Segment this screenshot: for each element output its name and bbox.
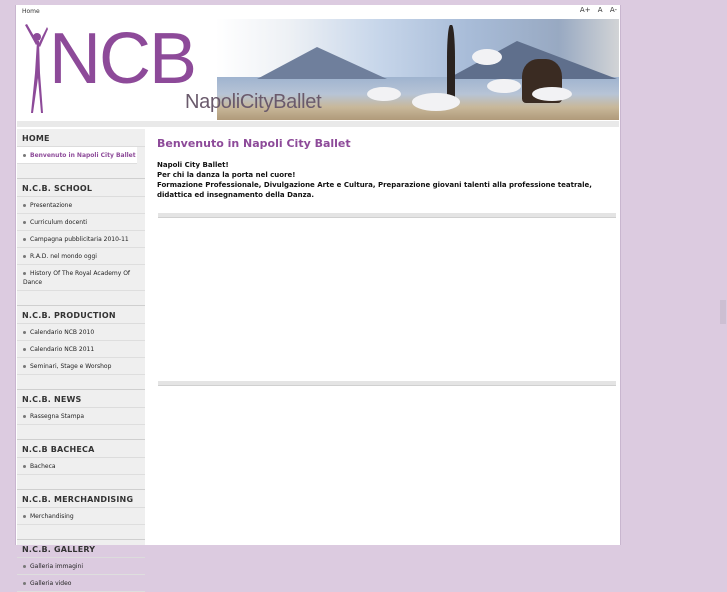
section-divider bbox=[17, 525, 145, 540]
font-decrease-button[interactable]: A- bbox=[610, 6, 617, 14]
sidebar-item-bacheca[interactable]: Bacheca bbox=[17, 458, 145, 475]
banner-photo-mountain bbox=[257, 47, 387, 79]
home-link[interactable]: Home bbox=[22, 8, 40, 15]
sidebar-item-label: Calendario NCB 2011 bbox=[30, 346, 95, 353]
header-separator bbox=[17, 121, 619, 127]
sidebar-item-galleria-video[interactable]: Galleria video bbox=[17, 575, 145, 592]
page-title: Benvenuto in Napoli City Ballet bbox=[157, 137, 351, 150]
bullet-icon bbox=[23, 348, 26, 351]
ballerina-logo-icon bbox=[25, 24, 48, 113]
bullet-icon bbox=[23, 565, 26, 568]
content-divider bbox=[158, 381, 616, 386]
banner-tutu bbox=[412, 93, 460, 111]
main-content: Benvenuto in Napoli City Ballet Napoli C… bbox=[156, 129, 618, 386]
intro-text: Napoli City Ballet! Per chi la danza la … bbox=[157, 160, 618, 200]
content-divider bbox=[158, 213, 616, 218]
bullet-icon bbox=[23, 221, 26, 224]
font-size-controls: A+ A A- bbox=[575, 6, 617, 14]
bullet-icon bbox=[23, 331, 26, 334]
intro-line: Formazione Professionale, Divulgazione A… bbox=[157, 181, 592, 199]
sidebar-item-benvenuto[interactable]: Benvenuto in Napoli City Ballet bbox=[17, 147, 137, 164]
sidebar-item-label: R.A.D. nel mondo oggi bbox=[30, 253, 97, 260]
sidebar-item-calendario-2011[interactable]: Calendario NCB 2011 bbox=[17, 341, 145, 358]
intro-line: Per chi la danza la porta nel cuore! bbox=[157, 171, 296, 179]
sidebar-item-curriculum[interactable]: Curriculum docenti bbox=[17, 214, 145, 231]
section-divider bbox=[17, 425, 145, 440]
section-divider bbox=[17, 291, 145, 306]
font-reset-button[interactable]: A bbox=[598, 6, 603, 14]
sidebar-item-rassegna[interactable]: Rassegna Stampa bbox=[17, 408, 145, 425]
bullet-icon bbox=[23, 255, 26, 258]
sidebar-item-label: Curriculum docenti bbox=[30, 219, 88, 226]
sidebar-section-school: N.C.B. SCHOOL bbox=[17, 179, 145, 197]
section-divider bbox=[17, 375, 145, 390]
sidebar-section-bacheca: N.C.B BACHECA bbox=[17, 440, 145, 458]
sidebar-nav: HOME Benvenuto in Napoli City Ballet N.C… bbox=[17, 129, 145, 592]
sidebar-item-label: Seminari, Stage e Worshop bbox=[30, 363, 112, 370]
sidebar-item-label: Galleria video bbox=[30, 580, 72, 587]
font-increase-button[interactable]: A+ bbox=[580, 6, 591, 14]
sidebar-section-production: N.C.B. PRODUCTION bbox=[17, 306, 145, 324]
sidebar-item-label: Merchandising bbox=[30, 513, 74, 520]
sidebar-section-news: N.C.B. NEWS bbox=[17, 390, 145, 408]
top-bar: Home A+ A A- bbox=[16, 5, 620, 19]
sidebar-item-label: Bacheca bbox=[30, 463, 56, 470]
sidebar-item-label: Calendario NCB 2010 bbox=[30, 329, 95, 336]
section-divider bbox=[17, 164, 145, 179]
sidebar-item-label: Campagna pubblicitaria 2010-11 bbox=[30, 236, 129, 243]
logo-subtitle: NapoliCityBallet bbox=[185, 91, 322, 113]
bullet-icon bbox=[23, 272, 26, 275]
banner-tutu bbox=[367, 87, 401, 101]
sidebar-item-label: Rassegna Stampa bbox=[30, 413, 85, 420]
bullet-icon bbox=[23, 582, 26, 585]
sidebar-item-presentazione[interactable]: Presentazione bbox=[17, 197, 145, 214]
page-container: Home A+ A A- NCB NapoliCityBallet HOME B… bbox=[15, 5, 621, 592]
sidebar-section-gallery: N.C.B. GALLERY bbox=[17, 540, 145, 558]
banner-tutu bbox=[472, 49, 502, 65]
sidebar-item-merchandising[interactable]: Merchandising bbox=[17, 508, 145, 525]
bullet-icon bbox=[23, 415, 26, 418]
sidebar-item-rad[interactable]: R.A.D. nel mondo oggi bbox=[17, 248, 145, 265]
bullet-icon bbox=[23, 204, 26, 207]
sidebar-item-label: Presentazione bbox=[30, 202, 73, 209]
bullet-icon bbox=[23, 154, 26, 157]
bullet-icon bbox=[23, 465, 26, 468]
bullet-icon bbox=[23, 365, 26, 368]
sidebar-section-home: HOME bbox=[17, 129, 145, 147]
section-divider bbox=[17, 475, 145, 490]
bullet-icon bbox=[23, 515, 26, 518]
window-scrollbar[interactable] bbox=[719, 0, 727, 545]
sidebar-section-merchandising: N.C.B. MERCHANDISING bbox=[17, 490, 145, 508]
sidebar-item-calendario-2010[interactable]: Calendario NCB 2010 bbox=[17, 324, 145, 341]
intro-line: Napoli City Ballet! bbox=[157, 161, 229, 169]
banner-tutu bbox=[487, 79, 521, 93]
sidebar-item-history[interactable]: History Of The Royal Academy Of Dance bbox=[17, 265, 145, 291]
sidebar-item-campagna[interactable]: Campagna pubblicitaria 2010-11 bbox=[17, 231, 145, 248]
scrollbar-grip[interactable] bbox=[720, 300, 726, 324]
sidebar-item-label: Benvenuto in Napoli City Ballet bbox=[30, 152, 136, 159]
sidebar-item-label: History Of The Royal Academy Of Dance bbox=[23, 270, 131, 286]
banner-tutu bbox=[532, 87, 572, 101]
logo-ncb: NCB bbox=[49, 19, 197, 99]
sidebar-item-seminari[interactable]: Seminari, Stage e Worshop bbox=[17, 358, 145, 375]
header-banner[interactable]: NCB NapoliCityBallet bbox=[17, 19, 619, 120]
bullet-icon bbox=[23, 238, 26, 241]
sidebar-item-label: Galleria immagini bbox=[30, 563, 84, 570]
sidebar-item-galleria-immagini[interactable]: Galleria immagini bbox=[17, 558, 145, 575]
